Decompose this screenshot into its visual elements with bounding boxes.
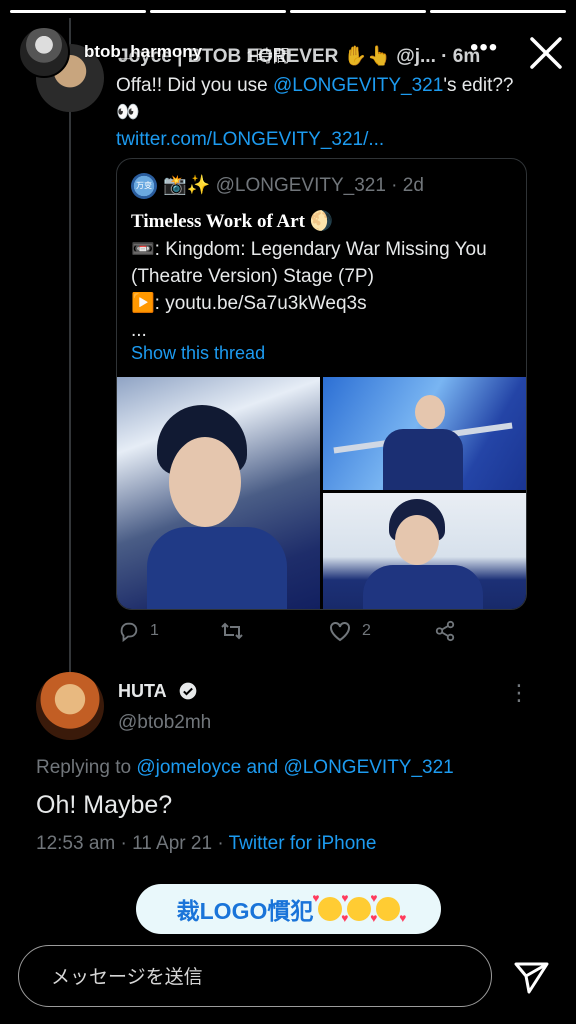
progress-segment <box>290 10 426 13</box>
quoted-tweet-title: Timeless Work of Art 🌖 <box>131 211 334 232</box>
quoted-tweet-line-3: ... <box>131 320 147 341</box>
replying-to-line: Replying to @jomeloyce and @LONGEVITY_32… <box>36 757 454 779</box>
photo-face-shape <box>169 437 241 527</box>
tweet2-avatar[interactable] <box>36 672 104 740</box>
story-time: 1時間 <box>246 47 290 66</box>
reply-mention-1[interactable]: @jomeloyce <box>136 757 241 778</box>
story-progress-bar <box>10 10 566 13</box>
story-username[interactable]: btob_harmony <box>84 42 202 62</box>
close-icon[interactable] <box>526 33 566 73</box>
share-icon <box>435 620 455 642</box>
quoted-tweet-card[interactable]: 万变 📸✨ @LONGEVITY_321 · 2d Timeless Work … <box>116 158 527 610</box>
story-more-icon[interactable]: ••• <box>470 34 498 62</box>
progress-segment <box>150 10 286 13</box>
photo-face-shape <box>395 515 439 565</box>
tweet2-client-link[interactable]: Twitter for iPhone <box>229 833 377 854</box>
like-button[interactable]: 2 <box>328 620 371 642</box>
media-grid <box>117 377 526 609</box>
progress-segment <box>10 10 146 13</box>
tweet2-text: Oh! Maybe? <box>36 791 173 819</box>
reply-button[interactable]: 1 <box>118 620 159 642</box>
show-thread-link[interactable]: Show this thread <box>131 343 265 364</box>
tweet1-text: Offa!! Did you use @LONGEVITY_321's edit… <box>116 72 536 153</box>
tweet2-timestamp[interactable]: 12:53 am · 11 Apr 21 · <box>36 833 229 854</box>
retweet-button[interactable] <box>220 620 254 642</box>
quoted-tweet-line-2[interactable]: ▶️: youtu.be/Sa7u3kWeq3s <box>131 290 521 317</box>
quoted-tweet-header: 📸✨ @LONGEVITY_321 · 2d <box>163 175 424 196</box>
retweet-icon <box>221 622 243 640</box>
thread-connector-line <box>69 18 71 673</box>
tweet2-meta: 12:53 am · 11 Apr 21 · Twitter for iPhon… <box>36 833 376 855</box>
progress-segment <box>430 10 566 13</box>
smiling-face-hearts-icon <box>341 891 377 925</box>
photo-garment-shape <box>383 429 463 490</box>
message-bar <box>18 945 492 1007</box>
photo-garment-shape <box>147 527 287 609</box>
verified-badge-icon <box>179 682 197 700</box>
reply-mention-and: and <box>241 757 284 778</box>
reply-icon <box>120 622 138 642</box>
tweet1-url-link[interactable]: twitter.com/LONGEVITY_321/... <box>116 129 384 150</box>
send-icon[interactable] <box>510 956 552 998</box>
photo-garment-shape <box>363 565 483 609</box>
sticker-text: 裁LOGO慣犯 <box>176 898 314 924</box>
replying-to-prefix: Replying to <box>36 757 137 778</box>
media-photo-3[interactable] <box>323 493 526 609</box>
quoted-tweet-body: 📼: Kingdom: Legendary War Missing You (T… <box>131 236 521 344</box>
more-options-icon[interactable]: ⋮ <box>508 680 530 706</box>
tweet1-text-prefix: Offa!! Did you use <box>116 75 274 96</box>
message-input[interactable] <box>49 958 473 996</box>
like-count: 2 <box>362 622 371 639</box>
photo-face-shape <box>415 395 445 429</box>
quoted-tweet-line-1: 📼: Kingdom: Legendary War Missing You (T… <box>131 239 487 287</box>
story-avatar[interactable] <box>18 26 70 78</box>
quoted-tweet-avatar[interactable]: 万变 <box>131 173 157 199</box>
tweet1-action-row: 1 2 <box>116 620 536 646</box>
reply-count: 1 <box>150 622 159 639</box>
smiling-face-hearts-icon <box>312 891 348 925</box>
tweet1-mention-link[interactable]: @LONGEVITY_321 <box>273 75 443 96</box>
smiling-face-hearts-icon <box>370 891 406 925</box>
reply-mention-2[interactable]: @LONGEVITY_321 <box>283 757 453 778</box>
tweet2-display-name[interactable]: HUTA <box>118 681 167 702</box>
tweet2-handle[interactable]: @btob2mh <box>118 712 211 734</box>
media-photo-1[interactable] <box>117 377 320 609</box>
story-text-sticker[interactable]: 裁LOGO慣犯 <box>136 884 441 934</box>
media-photo-2[interactable] <box>323 377 526 490</box>
share-button[interactable] <box>434 620 456 642</box>
heart-icon <box>330 621 350 642</box>
